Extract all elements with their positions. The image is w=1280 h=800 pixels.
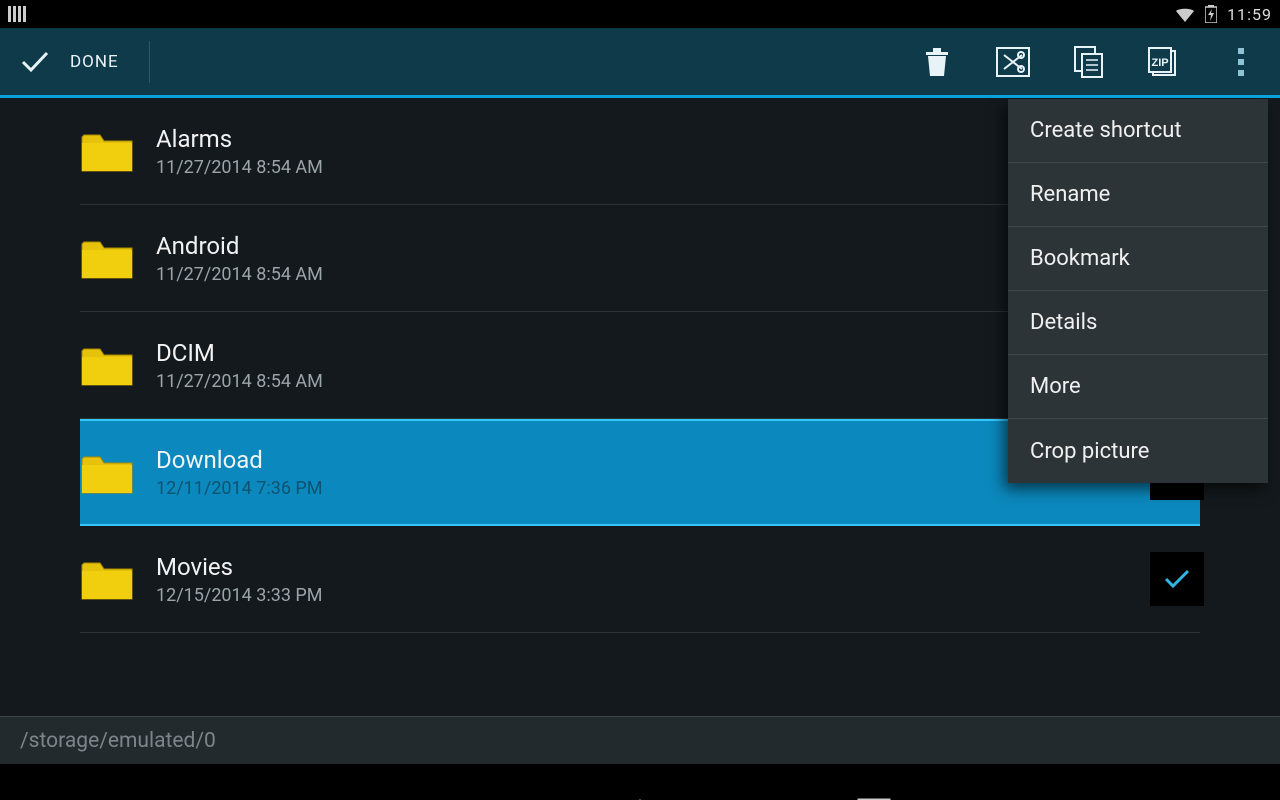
- copy-icon: [1074, 46, 1104, 78]
- menu-item-crop-picture[interactable]: Crop picture: [1008, 419, 1268, 483]
- folder-icon: [80, 236, 134, 280]
- menu-item-details[interactable]: Details: [1008, 291, 1268, 355]
- menu-label: Rename: [1030, 182, 1110, 207]
- wifi-icon: [1175, 6, 1195, 22]
- file-name: Movies: [156, 553, 323, 581]
- delete-button[interactable]: [920, 45, 954, 79]
- menu-label: Details: [1030, 310, 1097, 335]
- file-date: 12/15/2014 3:33 PM: [156, 585, 323, 606]
- file-date: 11/27/2014 8:54 AM: [156, 264, 323, 285]
- status-app-icon: [8, 6, 26, 22]
- content-area: Alarms 11/27/2014 8:54 AM Android 11/27/…: [0, 98, 1280, 716]
- svg-text:ZIP: ZIP: [1152, 57, 1169, 69]
- cut-button[interactable]: [996, 45, 1030, 79]
- more-vertical-icon: [1237, 47, 1245, 77]
- folder-icon: [80, 557, 134, 601]
- file-name: DCIM: [156, 339, 323, 367]
- zip-button[interactable]: ZIP: [1148, 45, 1182, 79]
- file-date: 11/27/2014 8:54 AM: [156, 157, 323, 178]
- copy-button[interactable]: [1072, 45, 1106, 79]
- battery-charging-icon: [1205, 5, 1217, 23]
- list-item[interactable]: Movies 12/15/2014 3:33 PM: [80, 526, 1200, 633]
- menu-item-create-shortcut[interactable]: Create shortcut: [1008, 99, 1268, 163]
- folder-icon: [80, 451, 134, 495]
- zip-icon: ZIP: [1148, 47, 1182, 77]
- check-icon: [1162, 567, 1192, 591]
- done-label: DONE: [70, 52, 119, 72]
- divider: [149, 41, 150, 83]
- file-date: 12/11/2014 7:36 PM: [156, 478, 323, 499]
- action-bar: DONE ZIP: [0, 28, 1280, 98]
- menu-label: Bookmark: [1030, 246, 1130, 271]
- menu-label: Crop picture: [1030, 439, 1149, 464]
- current-path: /storage/emulated/0: [20, 729, 216, 753]
- path-bar[interactable]: /storage/emulated/0: [0, 716, 1280, 764]
- menu-item-rename[interactable]: Rename: [1008, 163, 1268, 227]
- cut-icon: [996, 47, 1030, 77]
- menu-label: Create shortcut: [1030, 118, 1182, 143]
- file-name: Download: [156, 446, 323, 474]
- trash-icon: [923, 46, 951, 78]
- check-icon: [20, 50, 50, 74]
- overflow-menu: Create shortcut Rename Bookmark Details …: [1008, 99, 1268, 483]
- home-button[interactable]: [610, 794, 670, 800]
- status-time: 11:59: [1227, 5, 1272, 24]
- back-button[interactable]: [380, 794, 440, 800]
- file-name: Android: [156, 232, 323, 260]
- menu-item-bookmark[interactable]: Bookmark: [1008, 227, 1268, 291]
- spacer: [0, 764, 1280, 778]
- folder-icon: [80, 343, 134, 387]
- recents-button[interactable]: [840, 794, 900, 800]
- menu-item-more[interactable]: More: [1008, 355, 1268, 419]
- navigation-bar: [0, 778, 1280, 800]
- status-bar: 11:59: [0, 0, 1280, 28]
- selection-checkbox[interactable]: [1150, 552, 1204, 606]
- menu-label: More: [1030, 374, 1081, 399]
- folder-icon: [80, 129, 134, 173]
- file-date: 11/27/2014 8:54 AM: [156, 371, 323, 392]
- overflow-button[interactable]: [1224, 45, 1258, 79]
- file-name: Alarms: [156, 125, 323, 153]
- done-button[interactable]: DONE: [20, 50, 119, 74]
